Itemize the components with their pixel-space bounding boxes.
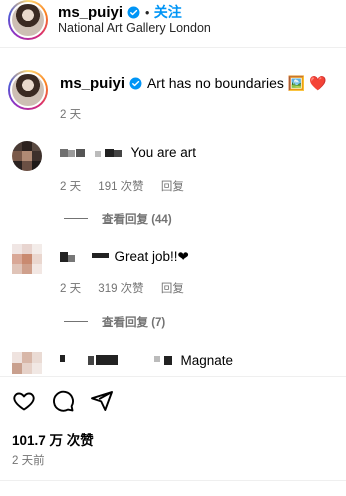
verified-badge-icon [130, 77, 142, 90]
comment-text: Magnate [180, 353, 233, 368]
comment-time: 2 天 [60, 283, 82, 295]
comment-meta: 2 天 319 次赞 回复 [60, 280, 198, 296]
author-line: ms_puiyi • 关注 [58, 2, 182, 22]
heart-icon[interactable] [12, 389, 36, 413]
caption-text: Art has no boundaries 🖼️ ❤️ [146, 75, 327, 91]
view-replies-label: 查看回复 (44) [102, 214, 172, 226]
comment-avatar[interactable] [12, 352, 42, 374]
comment-likes[interactable]: 319 次赞 [98, 283, 143, 295]
posted-time: 2 天前 [12, 455, 45, 467]
likes-count[interactable]: 101.7 万 次赞 [12, 429, 94, 449]
caption-time: 2 天 [60, 109, 82, 121]
view-replies-label: 查看回复 (7) [102, 317, 166, 329]
comment-row: You are art [60, 144, 196, 164]
separator-dot: • [144, 6, 150, 20]
location-link[interactable]: National Art Gallery London [58, 21, 211, 35]
caption-line: ms_puiyi Art has no boundaries 🖼️ ❤️ [60, 75, 327, 93]
comment-text: You are art [130, 145, 197, 160]
comment-icon[interactable] [51, 389, 75, 413]
follow-button[interactable]: 关注 [154, 4, 182, 20]
view-replies-button[interactable]: 查看回复 (44) [64, 211, 172, 227]
reply-button[interactable]: 回复 [161, 181, 184, 193]
comment-row: Magnate [60, 352, 233, 372]
actions-divider [0, 376, 346, 377]
comment-text: Great job!!❤ [114, 249, 189, 264]
comment-avatar[interactable] [12, 244, 42, 274]
comment-row: Great job!!❤ [60, 248, 189, 268]
caption-username[interactable]: ms_puiyi [60, 75, 125, 92]
author-username[interactable]: ms_puiyi [58, 4, 123, 21]
comment-time: 2 天 [60, 181, 82, 193]
post-header: ms_puiyi • 关注 National Art Gallery Londo… [0, 0, 346, 46]
redacted-username[interactable] [60, 353, 176, 372]
caption-avatar[interactable] [8, 70, 48, 110]
comment-avatar[interactable] [12, 141, 42, 171]
share-icon[interactable] [90, 389, 114, 413]
redacted-username[interactable] [60, 249, 110, 268]
redacted-username[interactable] [60, 146, 126, 164]
comment-meta: 2 天 191 次赞 回复 [60, 178, 198, 194]
verified-badge-icon [128, 6, 140, 19]
author-avatar[interactable] [8, 0, 48, 40]
footer-divider [0, 480, 346, 481]
view-replies-button[interactable]: 查看回复 (7) [64, 314, 165, 330]
reply-button[interactable]: 回复 [161, 283, 184, 295]
comment-likes[interactable]: 191 次赞 [98, 181, 143, 193]
header-divider [0, 47, 346, 48]
